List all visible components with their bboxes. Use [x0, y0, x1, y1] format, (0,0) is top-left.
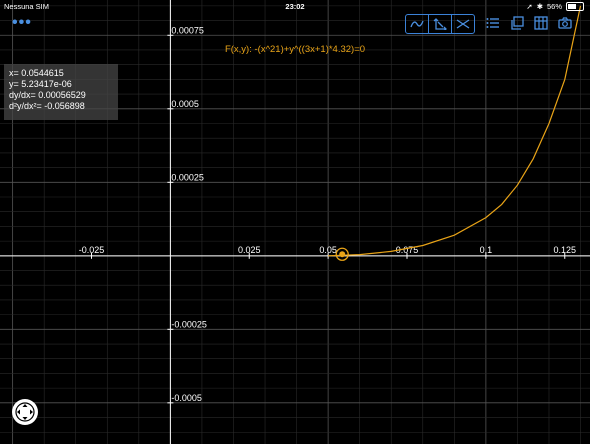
status-right: ➚ ✱ 56%: [526, 2, 584, 11]
y-tick-label: 0.00025: [171, 172, 204, 182]
trace-point: [339, 251, 346, 258]
y-tick-label: -0.00025: [171, 319, 207, 329]
x-tick-label: 0.025: [238, 245, 261, 255]
battery-label: 56%: [546, 2, 562, 11]
trace-x-value: x= 0.0544615: [9, 68, 64, 78]
formula-label[interactable]: F(x,y): -(x^21)+y^((3x+1)*4.32)=0: [0, 44, 590, 55]
battery-level: [568, 4, 576, 9]
menu-button[interactable]: •••: [12, 14, 32, 32]
x-tick-label: 0.1: [480, 245, 493, 255]
list-button[interactable]: [486, 16, 500, 30]
library-button[interactable]: [534, 16, 548, 30]
trace-curve-button[interactable]: [406, 15, 429, 33]
trace-info-panel: x= 0.0544615 y= 5.23417e-06 dy/dx= 0.000…: [4, 64, 118, 120]
x-tick-label: 0.125: [553, 245, 576, 255]
trace-y-value: y= 5.23417e-06: [9, 79, 72, 89]
tangent-icon: [433, 18, 447, 30]
intersection-button[interactable]: [452, 15, 474, 33]
tick-labels: -0.025 0.025 0.05 0.075 0.1 0.1250.000750.000…: [79, 25, 576, 404]
clock-label: 23:02: [285, 2, 305, 11]
x-tick-label: -0.025: [79, 245, 105, 255]
location-icon: ➚: [526, 2, 533, 11]
trace-d2ydx2-value: d²y/dx²= -0.056898: [9, 101, 85, 111]
y-tick-label: 0.00075: [171, 25, 204, 35]
library-icon: [534, 16, 548, 30]
y-tick-label: -0.0005: [171, 393, 202, 403]
camera-button[interactable]: [558, 16, 572, 30]
tangent-button[interactable]: [429, 15, 452, 33]
camera-icon: [558, 17, 572, 29]
status-bar: Nessuna SIM 23:02 ➚ ✱ 56%: [0, 0, 590, 12]
list-icon: [486, 18, 499, 28]
x-tick-label: 0.05: [319, 245, 337, 255]
copy-button[interactable]: [510, 16, 524, 30]
tool-icons: [486, 16, 572, 30]
mode-segmented-control: [405, 14, 475, 34]
trace-curve-icon: [410, 20, 424, 28]
y-tick-label: 0.0005: [171, 99, 199, 109]
pan-control-button[interactable]: [12, 399, 38, 425]
battery-icon: [566, 2, 584, 11]
bluetooth-icon: ✱: [536, 2, 543, 11]
trace-dydx-value: dy/dx= 0.00056529: [9, 90, 86, 100]
copy-icon: [511, 16, 524, 30]
trace-marker: [335, 247, 349, 261]
move-arrows-icon: [15, 402, 35, 422]
intersection-icon: [456, 19, 470, 29]
